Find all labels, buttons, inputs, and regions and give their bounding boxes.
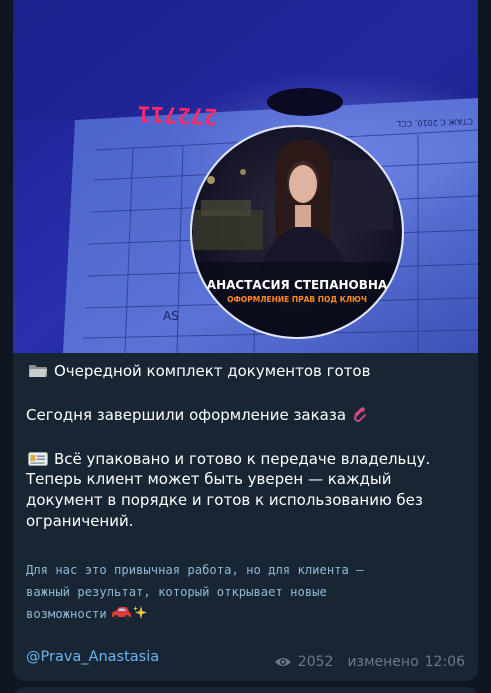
badge-name: АНАСТАСИЯ СТЕПАНОВНА — [206, 278, 388, 292]
headline: Очередной комплект документов готов — [54, 362, 371, 380]
channel-post-bubble: 272711 СТАЖ С 2010, CCL AS АНАСТАСИЯ СТЕ… — [13, 0, 478, 681]
sparkles-icon — [132, 606, 147, 619]
line2-row: Сегодня завершили оформление заказа — [26, 405, 367, 425]
views-count: 2052 — [297, 654, 334, 670]
paragraph-text-3: документ в порядке и готов к использован… — [26, 491, 423, 509]
post-meta: 2052 изменено 12:06 — [274, 653, 465, 671]
paragraph-line-1: Всё упаковано и готово к передаче владел… — [26, 449, 430, 469]
paragraph-text-2: Теперь клиент может быть уверен — каждый — [26, 470, 392, 488]
id-card-icon — [28, 452, 48, 466]
quote-line-3-row: возможности — [26, 603, 148, 625]
post-photo[interactable]: 272711 СТАЖ С 2010, CCL AS АНАСТАСИЯ СТЕ… — [13, 0, 478, 353]
paragraph-text-1: Всё упаковано и готово к передаче владел… — [54, 450, 431, 468]
order-complete-text: Сегодня завершили оформление заказа — [26, 406, 347, 424]
quote-line-1: Для нас это привычная работа, но для кли… — [26, 563, 364, 577]
chat-background: 272711 СТАЖ С 2010, CCL AS АНАСТАСИЯ СТЕ… — [0, 0, 491, 693]
quote-line-3: возможности — [26, 607, 107, 621]
paragraph-text-4: ограничений. — [26, 512, 134, 530]
svg-text:272711: 272711 — [137, 100, 217, 128]
svg-text:AS: AS — [163, 309, 179, 323]
badge-subtitle: ОФОРМЛЕНИЕ ПРАВ ПОД КЛЮЧ — [227, 295, 367, 304]
headline-row: Очередной комплект документов готов — [26, 361, 370, 381]
post-time: 12:06 — [424, 654, 465, 670]
eye-icon — [274, 658, 291, 666]
next-post-bubble — [13, 687, 478, 693]
edited-label: изменено — [347, 654, 419, 670]
channel-signature-link[interactable]: @Prava_Anastasia — [26, 647, 159, 667]
quote-line-2: важный результат, который открывает новы… — [26, 585, 327, 599]
folder-icon — [29, 365, 47, 377]
car-icon — [111, 607, 131, 620]
paperclip-icon — [354, 407, 366, 422]
